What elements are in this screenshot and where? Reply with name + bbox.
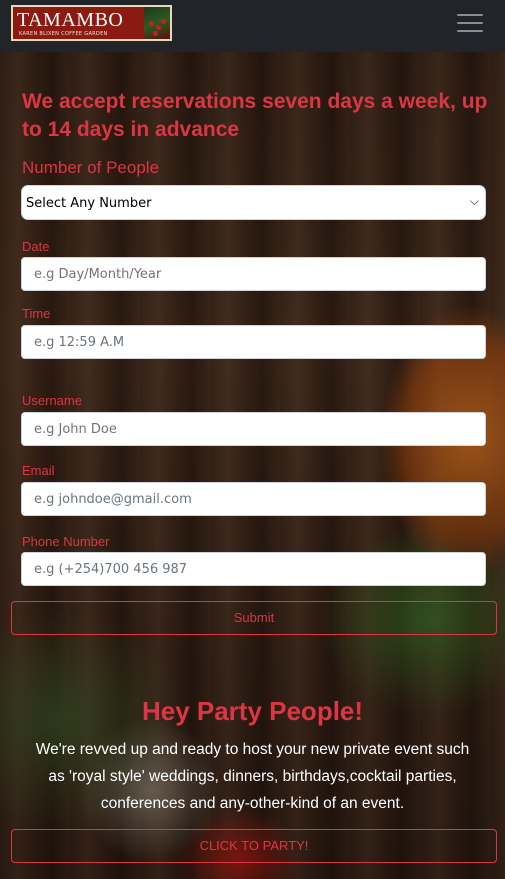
brand-name: TAMAMBO [17,9,124,31]
email-label: Email [22,463,55,478]
email-input[interactable]: e.g johndoe@gmail.com [21,482,486,516]
people-select[interactable]: Select Any Number ⌵ [21,185,486,220]
brand-logo[interactable]: TAMAMBO KAREN BLIXEN COFFEE GARDEN [11,5,172,41]
people-select-value: Select Any Number [26,196,152,211]
reservation-heading: We accept reservations seven days a week… [22,90,488,141]
people-label: Number of People [22,158,160,177]
submit-button[interactable]: Submit [11,601,497,635]
username-input[interactable]: e.g John Doe [21,412,486,446]
logo-coffee-art [144,7,170,39]
chevron-down-icon: ⌵ [469,194,479,208]
time-input[interactable]: e.g 12:59 A.M [21,325,486,359]
date-label: Date [22,239,50,254]
party-heading: Hey Party People! [141,696,364,726]
date-input[interactable]: e.g Day/Month/Year [21,257,486,291]
navbar: TAMAMBO KAREN BLIXEN COFFEE GARDEN [0,0,505,52]
party-description: We're revved up and ready to host your n… [35,741,470,812]
username-label: Username [22,393,82,408]
phone-label: Phone Number [22,534,110,549]
click-to-party-button[interactable]: CLICK TO PARTY! [11,829,497,863]
hamburger-menu-icon[interactable] [457,12,483,34]
phone-input[interactable]: e.g (+254)700 456 987 [21,552,486,586]
brand-tagline: KAREN BLIXEN COFFEE GARDEN [19,31,108,37]
time-label: Time [22,306,51,321]
